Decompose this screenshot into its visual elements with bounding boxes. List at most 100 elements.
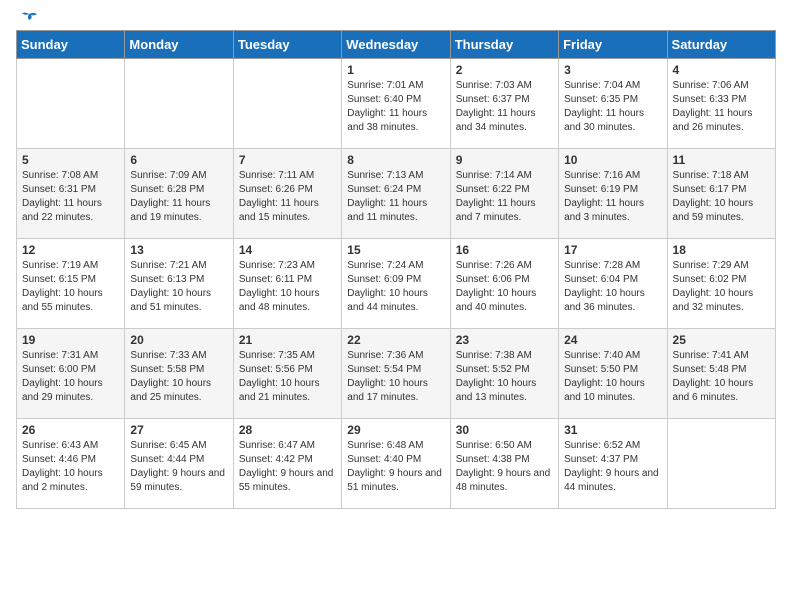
day-info: Sunrise: 7:09 AM Sunset: 6:28 PM Dayligh…: [130, 169, 227, 225]
day-number: 3: [564, 63, 661, 77]
day-number: 20: [130, 333, 227, 347]
day-number: 12: [22, 243, 119, 257]
day-number: 5: [22, 153, 119, 167]
calendar-cell: 30 Sunrise: 6:50 AM Sunset: 4:38 PM Dayli…: [450, 419, 558, 509]
day-number: 25: [673, 333, 770, 347]
calendar-cell: [17, 59, 125, 149]
day-number: 31: [564, 423, 661, 437]
calendar-table: SundayMondayTuesdayWednesdayThursdayFrid…: [16, 30, 776, 509]
day-info: Sunrise: 7:01 AM Sunset: 6:40 PM Dayligh…: [347, 79, 444, 135]
day-info: Sunrise: 7:23 AM Sunset: 6:11 PM Dayligh…: [239, 259, 336, 315]
calendar-cell: 9 Sunrise: 7:14 AM Sunset: 6:22 PM Daylig…: [450, 149, 558, 239]
calendar-cell: 15Sunrise: 7:24 AM Sunset: 6:09 PM Dayli…: [342, 239, 450, 329]
calendar-cell: 22 Sunrise: 7:36 AM Sunset: 5:54 PM Dayli…: [342, 329, 450, 419]
day-info: Sunrise: 6:43 AM Sunset: 4:46 PM Dayligh…: [22, 439, 119, 495]
calendar-cell: 4 Sunrise: 7:06 AM Sunset: 6:33 PM Daylig…: [667, 59, 775, 149]
day-info: Sunrise: 7:13 AM Sunset: 6:24 PM Dayligh…: [347, 169, 444, 225]
day-number: 23: [456, 333, 553, 347]
calendar-cell: 25 Sunrise: 7:41 AM Sunset: 5:48 PM Dayli…: [667, 329, 775, 419]
calendar-cell: [667, 419, 775, 509]
calendar-cell: 11Sunrise: 7:18 AM Sunset: 6:17 PM Dayli…: [667, 149, 775, 239]
day-number: 18: [673, 243, 770, 257]
day-number: 19: [22, 333, 119, 347]
day-number: 17: [564, 243, 661, 257]
day-number: 16: [456, 243, 553, 257]
calendar-cell: 6 Sunrise: 7:09 AM Sunset: 6:28 PM Daylig…: [125, 149, 233, 239]
day-number: 24: [564, 333, 661, 347]
calendar-cell: 8 Sunrise: 7:13 AM Sunset: 6:24 PM Daylig…: [342, 149, 450, 239]
day-info: Sunrise: 7:19 AM Sunset: 6:15 PM Dayligh…: [22, 259, 119, 315]
calendar-cell: 21 Sunrise: 7:35 AM Sunset: 5:56 PM Dayli…: [233, 329, 341, 419]
logo: [16, 16, 39, 22]
day-info: Sunrise: 7:28 AM Sunset: 6:04 PM Dayligh…: [564, 259, 661, 315]
logo-bird-icon: [19, 12, 39, 28]
header-tuesday: Tuesday: [233, 31, 341, 59]
day-info: Sunrise: 7:24 AM Sunset: 6:09 PM Dayligh…: [347, 259, 444, 315]
calendar-cell: 26Sunrise: 6:43 AM Sunset: 4:46 PM Dayli…: [17, 419, 125, 509]
calendar-cell: 14 Sunrise: 7:23 AM Sunset: 6:11 PM Dayli…: [233, 239, 341, 329]
day-number: 14: [239, 243, 336, 257]
day-info: Sunrise: 7:04 AM Sunset: 6:35 PM Dayligh…: [564, 79, 661, 135]
day-number: 21: [239, 333, 336, 347]
calendar-cell: 28 Sunrise: 6:47 AM Sunset: 4:42 PM Dayli…: [233, 419, 341, 509]
day-info: Sunrise: 6:52 AM Sunset: 4:37 PM Dayligh…: [564, 439, 661, 495]
day-number: 4: [673, 63, 770, 77]
calendar-cell: 20Sunrise: 7:33 AM Sunset: 5:58 PM Dayli…: [125, 329, 233, 419]
day-number: 6: [130, 153, 227, 167]
day-number: 2: [456, 63, 553, 77]
calendar-cell: 31 Sunrise: 6:52 AM Sunset: 4:37 PM Dayli…: [559, 419, 667, 509]
day-info: Sunrise: 6:45 AM Sunset: 4:44 PM Dayligh…: [130, 439, 227, 495]
day-info: Sunrise: 7:35 AM Sunset: 5:56 PM Dayligh…: [239, 349, 336, 405]
calendar-cell: 2 Sunrise: 7:03 AM Sunset: 6:37 PM Daylig…: [450, 59, 558, 149]
day-number: 7: [239, 153, 336, 167]
day-info: Sunrise: 7:41 AM Sunset: 5:48 PM Dayligh…: [673, 349, 770, 405]
calendar-header-row: SundayMondayTuesdayWednesdayThursdayFrid…: [17, 31, 776, 59]
calendar-cell: 19Sunrise: 7:31 AM Sunset: 6:00 PM Dayli…: [17, 329, 125, 419]
day-info: Sunrise: 7:29 AM Sunset: 6:02 PM Dayligh…: [673, 259, 770, 315]
day-number: 1: [347, 63, 444, 77]
day-number: 8: [347, 153, 444, 167]
header-sunday: Sunday: [17, 31, 125, 59]
day-info: Sunrise: 6:48 AM Sunset: 4:40 PM Dayligh…: [347, 439, 444, 495]
day-info: Sunrise: 7:16 AM Sunset: 6:19 PM Dayligh…: [564, 169, 661, 225]
day-info: Sunrise: 7:06 AM Sunset: 6:33 PM Dayligh…: [673, 79, 770, 135]
day-number: 30: [456, 423, 553, 437]
day-info: Sunrise: 7:38 AM Sunset: 5:52 PM Dayligh…: [456, 349, 553, 405]
calendar-cell: 24 Sunrise: 7:40 AM Sunset: 5:50 PM Dayli…: [559, 329, 667, 419]
header-wednesday: Wednesday: [342, 31, 450, 59]
day-number: 22: [347, 333, 444, 347]
calendar-cell: 13 Sunrise: 7:21 AM Sunset: 6:13 PM Dayli…: [125, 239, 233, 329]
calendar-cell: [125, 59, 233, 149]
header-monday: Monday: [125, 31, 233, 59]
calendar-cell: 12 Sunrise: 7:19 AM Sunset: 6:15 PM Dayli…: [17, 239, 125, 329]
calendar-cell: 5 Sunrise: 7:08 AM Sunset: 6:31 PM Daylig…: [17, 149, 125, 239]
calendar-week-row: 1 Sunrise: 7:01 AM Sunset: 6:40 PM Daylig…: [17, 59, 776, 149]
day-info: Sunrise: 6:47 AM Sunset: 4:42 PM Dayligh…: [239, 439, 336, 495]
day-info: Sunrise: 7:08 AM Sunset: 6:31 PM Dayligh…: [22, 169, 119, 225]
calendar-cell: 18 Sunrise: 7:29 AM Sunset: 6:02 PM Dayli…: [667, 239, 775, 329]
calendar-cell: 16Sunrise: 7:26 AM Sunset: 6:06 PM Dayli…: [450, 239, 558, 329]
calendar-cell: 17 Sunrise: 7:28 AM Sunset: 6:04 PM Dayli…: [559, 239, 667, 329]
day-info: Sunrise: 6:50 AM Sunset: 4:38 PM Dayligh…: [456, 439, 553, 495]
day-number: 11: [673, 153, 770, 167]
calendar-cell: 1 Sunrise: 7:01 AM Sunset: 6:40 PM Daylig…: [342, 59, 450, 149]
day-number: 13: [130, 243, 227, 257]
day-number: 29: [347, 423, 444, 437]
calendar-cell: 27Sunrise: 6:45 AM Sunset: 4:44 PM Dayli…: [125, 419, 233, 509]
day-info: Sunrise: 7:40 AM Sunset: 5:50 PM Dayligh…: [564, 349, 661, 405]
header-saturday: Saturday: [667, 31, 775, 59]
header-friday: Friday: [559, 31, 667, 59]
day-number: 9: [456, 153, 553, 167]
calendar-cell: 7Sunrise: 7:11 AM Sunset: 6:26 PM Daylig…: [233, 149, 341, 239]
day-info: Sunrise: 7:03 AM Sunset: 6:37 PM Dayligh…: [456, 79, 553, 135]
day-info: Sunrise: 7:36 AM Sunset: 5:54 PM Dayligh…: [347, 349, 444, 405]
calendar-cell: 23 Sunrise: 7:38 AM Sunset: 5:52 PM Dayli…: [450, 329, 558, 419]
day-info: Sunrise: 7:14 AM Sunset: 6:22 PM Dayligh…: [456, 169, 553, 225]
calendar-week-row: 12 Sunrise: 7:19 AM Sunset: 6:15 PM Dayli…: [17, 239, 776, 329]
header-thursday: Thursday: [450, 31, 558, 59]
calendar-cell: 3 Sunrise: 7:04 AM Sunset: 6:35 PM Daylig…: [559, 59, 667, 149]
day-info: Sunrise: 7:21 AM Sunset: 6:13 PM Dayligh…: [130, 259, 227, 315]
calendar-week-row: 26Sunrise: 6:43 AM Sunset: 4:46 PM Dayli…: [17, 419, 776, 509]
day-number: 28: [239, 423, 336, 437]
calendar-cell: 10Sunrise: 7:16 AM Sunset: 6:19 PM Dayli…: [559, 149, 667, 239]
